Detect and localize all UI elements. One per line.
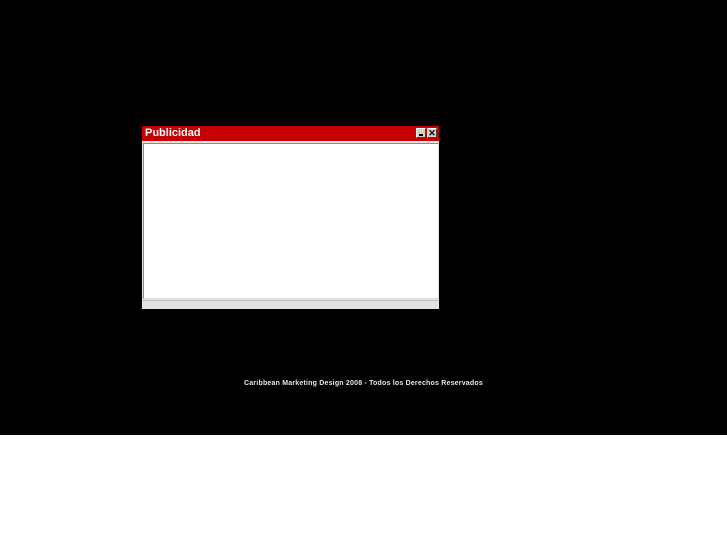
popup-content-area [143,143,439,299]
copyright-footer: Caribbean Marketing Design 2008 - Todos … [244,380,483,387]
popup-bottom-bar [142,300,439,309]
close-button[interactable]: ✕ [427,128,437,138]
minimize-icon [419,134,423,136]
black-stage: Publicidad ✕ Caribbean Marketing Design … [0,0,727,435]
advertising-popup: Publicidad ✕ [142,126,439,309]
popup-title: Publicidad [145,127,201,139]
close-icon: ✕ [428,128,436,138]
minimize-button[interactable] [416,128,426,138]
popup-titlebar[interactable]: Publicidad ✕ [142,126,439,141]
